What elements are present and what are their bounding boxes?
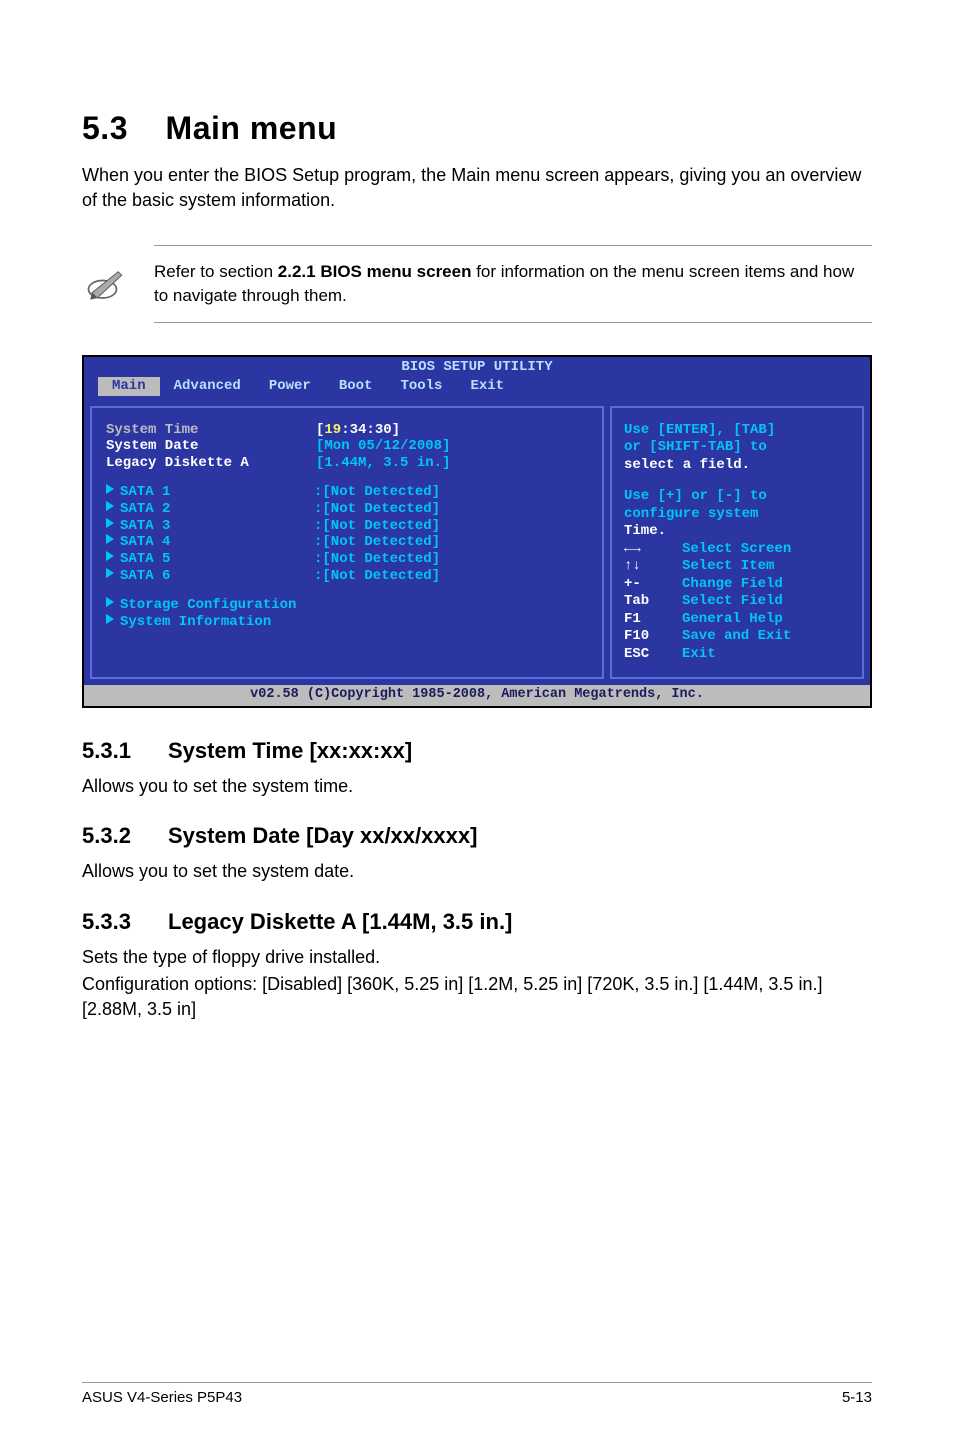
help-line: Use [ENTER], [TAB] bbox=[624, 422, 850, 440]
page-footer: ASUS V4-Series P5P43 5-13 bbox=[82, 1382, 872, 1406]
sata-row[interactable]: SATA 4:[Not Detected] bbox=[106, 534, 588, 551]
note-icon bbox=[82, 260, 130, 308]
chevron-right-icon bbox=[106, 484, 114, 494]
field-system-time[interactable]: System Time [19:34:30] bbox=[106, 422, 588, 439]
section-heading: 5.3.3Legacy Diskette A [1.44M, 3.5 in.] bbox=[82, 909, 872, 935]
section-heading: 5.3.2System Date [Day xx/xx/xxxx] bbox=[82, 823, 872, 849]
footer-left: ASUS V4-Series P5P43 bbox=[82, 1389, 242, 1406]
chevron-right-icon bbox=[106, 501, 114, 511]
heading-title: Main menu bbox=[166, 110, 338, 146]
page-heading: 5.3 Main menu bbox=[82, 110, 872, 147]
chevron-right-icon bbox=[106, 597, 114, 607]
bios-key-help: ←→Select Screen ↑↓Select Item +-Change F… bbox=[624, 541, 850, 664]
bios-tab-advanced[interactable]: Advanced bbox=[160, 377, 255, 396]
note-prefix: Refer to section bbox=[154, 262, 278, 281]
menu-system-information[interactable]: System Information bbox=[106, 614, 588, 631]
system-time-hour: 19 bbox=[324, 422, 341, 439]
field-system-date[interactable]: System Date [Mon 05/12/2008] bbox=[106, 438, 588, 455]
diskette-value: [1.44M, 3.5 in.] bbox=[316, 455, 450, 472]
bios-tab-bar: Main Advanced Power Boot Tools Exit bbox=[84, 377, 870, 400]
bios-tab-tools[interactable]: Tools bbox=[386, 377, 456, 396]
diskette-label: Legacy Diskette A bbox=[106, 455, 316, 472]
bios-screenshot: BIOS SETUP UTILITY Main Advanced Power B… bbox=[82, 355, 872, 708]
help-line: Time. bbox=[624, 523, 850, 541]
heading-number: 5.3 bbox=[82, 110, 128, 146]
bios-title: BIOS SETUP UTILITY bbox=[84, 357, 870, 377]
bios-tab-exit[interactable]: Exit bbox=[456, 377, 518, 396]
sata-row[interactable]: SATA 6:[Not Detected] bbox=[106, 568, 588, 585]
sata-row[interactable]: SATA 5:[Not Detected] bbox=[106, 551, 588, 568]
sata-row[interactable]: SATA 3:[Not Detected] bbox=[106, 518, 588, 535]
bios-copyright: v02.58 (C)Copyright 1985-2008, American … bbox=[84, 685, 870, 706]
section-heading: 5.3.1System Time [xx:xx:xx] bbox=[82, 738, 872, 764]
footer-right: 5-13 bbox=[842, 1389, 872, 1406]
system-date-label: System Date bbox=[106, 438, 316, 455]
chevron-right-icon bbox=[106, 551, 114, 561]
system-time-label: System Time bbox=[106, 422, 316, 439]
bios-help-panel: Use [ENTER], [TAB] or [SHIFT-TAB] to sel… bbox=[610, 406, 864, 680]
note-text: Refer to section 2.2.1 BIOS menu screen … bbox=[154, 245, 872, 323]
chevron-right-icon bbox=[106, 534, 114, 544]
note-bold: 2.2.1 BIOS menu screen bbox=[278, 262, 472, 281]
help-line: Use [+] or [-] to bbox=[624, 488, 850, 506]
section-body: Configuration options: [Disabled] [360K,… bbox=[82, 972, 872, 1022]
help-line: configure system bbox=[624, 506, 850, 524]
bios-tab-power[interactable]: Power bbox=[255, 377, 325, 396]
bios-tab-boot[interactable]: Boot bbox=[325, 377, 387, 396]
sata-row[interactable]: SATA 1:[Not Detected] bbox=[106, 484, 588, 501]
bios-tab-main[interactable]: Main bbox=[98, 377, 160, 396]
section-body: Allows you to set the system date. bbox=[82, 859, 872, 884]
system-date-value: [Mon 05/12/2008] bbox=[316, 438, 450, 455]
sata-row[interactable]: SATA 2:[Not Detected] bbox=[106, 501, 588, 518]
help-line: select a field. bbox=[624, 457, 850, 475]
section-body: Sets the type of floppy drive installed. bbox=[82, 945, 872, 970]
help-line: or [SHIFT-TAB] to bbox=[624, 439, 850, 457]
chevron-right-icon bbox=[106, 614, 114, 624]
lead-paragraph: When you enter the BIOS Setup program, t… bbox=[82, 163, 872, 213]
note-box: Refer to section 2.2.1 BIOS menu screen … bbox=[82, 237, 872, 331]
bios-left-panel: System Time [19:34:30] System Date [Mon … bbox=[90, 406, 604, 680]
system-time-rest: :34:30] bbox=[341, 422, 400, 439]
chevron-right-icon bbox=[106, 568, 114, 578]
field-legacy-diskette[interactable]: Legacy Diskette A [1.44M, 3.5 in.] bbox=[106, 455, 588, 472]
menu-storage-configuration[interactable]: Storage Configuration bbox=[106, 597, 588, 614]
section-body: Allows you to set the system time. bbox=[82, 774, 872, 799]
chevron-right-icon bbox=[106, 518, 114, 528]
